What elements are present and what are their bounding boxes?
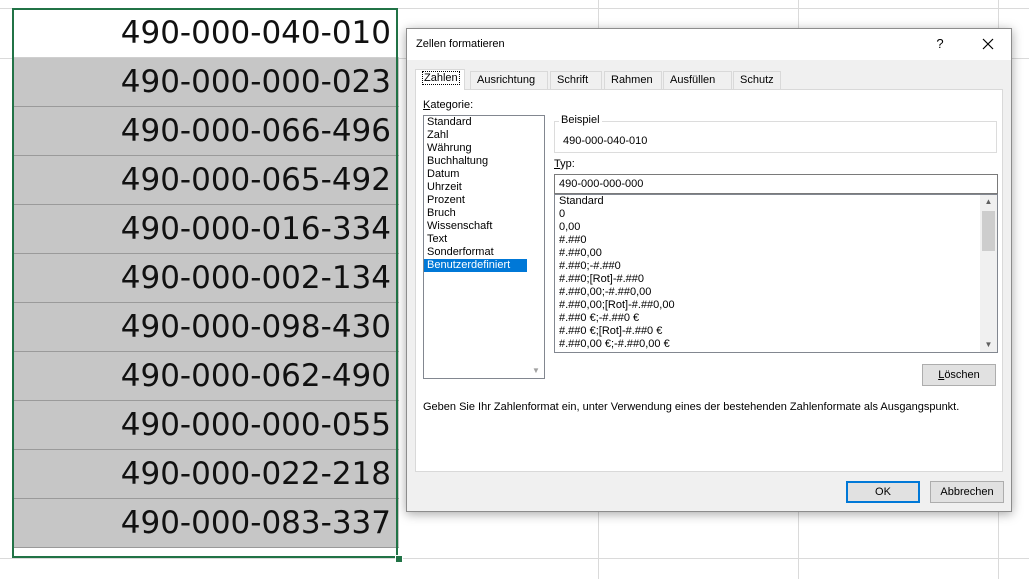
format-hint: Geben Sie Ihr Zahlenformat ein, unter Ve…: [423, 401, 960, 413]
tab-rahmen[interactable]: Rahmen: [604, 71, 662, 89]
category-item[interactable]: Uhrzeit: [424, 181, 544, 194]
cell[interactable]: 490-000-062-490: [13, 352, 399, 401]
label-text: ategorie:: [430, 99, 474, 111]
category-item[interactable]: Bruch: [424, 207, 544, 220]
format-item[interactable]: #.##0;-#.##0: [555, 260, 997, 273]
category-list[interactable]: Standard Zahl Währung Buchhaltung Datum …: [423, 115, 545, 379]
chevron-up-icon[interactable]: ▲: [980, 195, 997, 209]
dialog-title: Zellen formatieren: [416, 38, 505, 50]
format-item[interactable]: 0: [555, 208, 997, 221]
sample-value: 490-000-040-010: [563, 135, 648, 147]
help-button[interactable]: ?: [930, 34, 950, 54]
tab-zahlen[interactable]: Zahlen: [415, 69, 465, 90]
format-list-scrollbar[interactable]: ▲ ▼: [980, 195, 997, 352]
category-item[interactable]: Wissenschaft: [424, 220, 544, 233]
tab-panel-zahlen: Kategorie: Standard Zahl Währung Buchhal…: [415, 89, 1003, 472]
category-item[interactable]: Prozent: [424, 194, 544, 207]
format-item[interactable]: #.##0;[Rot]-#.##0: [555, 273, 997, 286]
selected-cell-range[interactable]: 490-000-040-010 490-000-000-023 490-000-…: [13, 9, 399, 548]
tab-ausrichtung[interactable]: Ausrichtung: [470, 71, 548, 89]
button-label: öschen: [944, 369, 980, 381]
chevron-down-icon[interactable]: ▼: [980, 338, 997, 352]
ok-button[interactable]: OK: [846, 481, 920, 503]
format-item[interactable]: #.##0 €;-#.##0 €: [555, 312, 997, 325]
type-label: Typ:: [554, 158, 575, 170]
tab-label: Ausrichtung: [477, 74, 536, 86]
format-list[interactable]: Standard 0 0,00 #.##0 #.##0,00 #.##0;-#.…: [554, 194, 998, 353]
category-item[interactable]: Währung: [424, 142, 544, 155]
format-item[interactable]: #.##0: [555, 234, 997, 247]
tab-ausfuellen[interactable]: Ausfüllen: [663, 71, 732, 89]
fill-handle[interactable]: [395, 555, 403, 563]
format-item[interactable]: Standard: [555, 195, 997, 208]
sample-label: Beispiel: [559, 114, 602, 126]
scrollbar-thumb[interactable]: [982, 211, 995, 251]
format-cells-dialog: Zellen formatieren ? Zahlen Ausrichtung …: [406, 28, 1012, 512]
tab-label: Schrift: [557, 74, 589, 86]
cell[interactable]: 490-000-002-134: [13, 254, 399, 303]
cell[interactable]: 490-000-016-334: [13, 205, 399, 254]
cell[interactable]: 490-000-098-430: [13, 303, 399, 352]
format-item[interactable]: #.##0,00;-#.##0,00: [555, 286, 997, 299]
category-item[interactable]: Buchhaltung: [424, 155, 544, 168]
dialog-titlebar[interactable]: Zellen formatieren ?: [407, 29, 1011, 60]
tab-label: Ausfüllen: [670, 74, 716, 86]
sample-group: Beispiel 490-000-040-010: [554, 114, 997, 153]
label-text: yp:: [560, 158, 575, 170]
type-input[interactable]: 490-000-000-000: [554, 174, 998, 194]
chevron-down-icon[interactable]: ▼: [531, 366, 541, 376]
category-item[interactable]: Zahl: [424, 129, 544, 142]
category-item[interactable]: Text: [424, 233, 544, 246]
tab-label: Schutz: [740, 74, 774, 86]
cell[interactable]: 490-000-065-492: [13, 156, 399, 205]
category-label: Kategorie:: [423, 99, 473, 111]
cell[interactable]: 490-000-000-055: [13, 401, 399, 450]
format-item[interactable]: #.##0,00;[Rot]-#.##0,00: [555, 299, 997, 312]
cancel-button[interactable]: Abbrechen: [930, 481, 1004, 503]
category-item[interactable]: Sonderformat: [424, 246, 544, 259]
cell[interactable]: 490-000-040-010: [13, 9, 399, 58]
cell[interactable]: 490-000-083-337: [13, 499, 399, 548]
row-gridline: [0, 558, 1029, 559]
close-button[interactable]: [977, 33, 999, 55]
cell[interactable]: 490-000-022-218: [13, 450, 399, 499]
tab-label: Rahmen: [611, 74, 653, 86]
format-item[interactable]: #.##0,00 €;-#.##0,00 €: [555, 338, 997, 351]
category-item[interactable]: Standard: [424, 116, 544, 129]
cell[interactable]: 490-000-066-496: [13, 107, 399, 156]
tab-schrift[interactable]: Schrift: [550, 71, 602, 89]
category-item-selected[interactable]: Benutzerdefiniert: [424, 259, 527, 272]
format-item[interactable]: #.##0,00: [555, 247, 997, 260]
format-item[interactable]: #.##0 €;[Rot]-#.##0 €: [555, 325, 997, 338]
cell[interactable]: 490-000-000-023: [13, 58, 399, 107]
delete-button[interactable]: Löschen: [922, 364, 996, 386]
tab-schutz[interactable]: Schutz: [733, 71, 781, 89]
format-item[interactable]: 0,00: [555, 221, 997, 234]
close-icon: [982, 38, 994, 50]
tab-label: Zahlen: [422, 71, 460, 85]
category-item[interactable]: Datum: [424, 168, 544, 181]
